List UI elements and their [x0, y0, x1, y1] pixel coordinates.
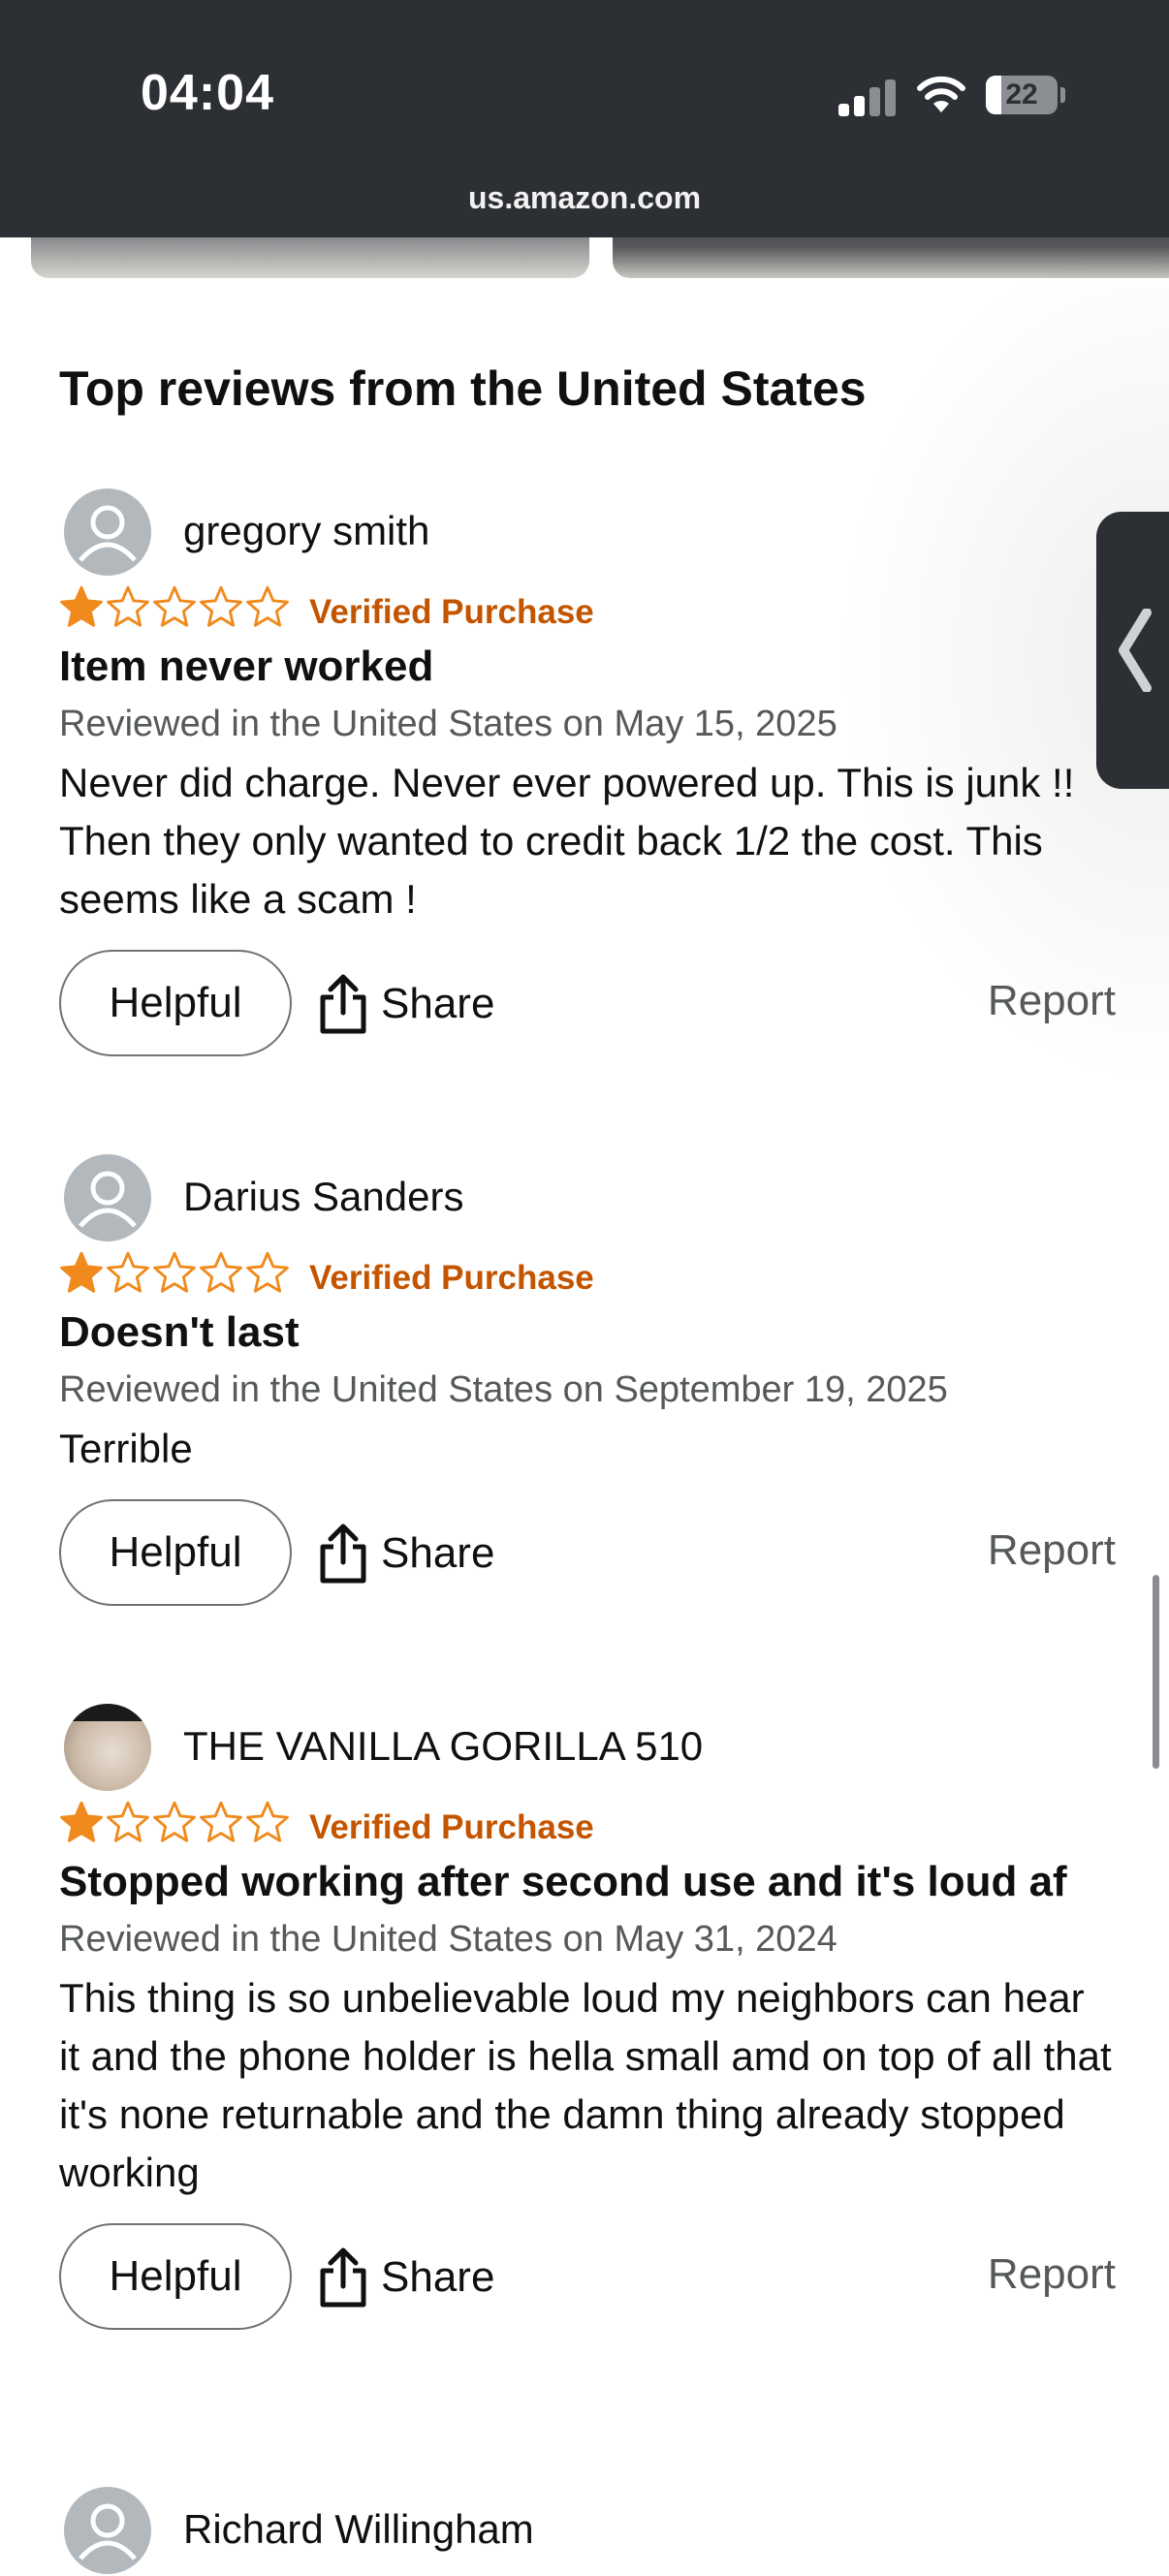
review-date: Reviewed in the United States on May 31,… [59, 1919, 837, 1960]
star-empty-icon [153, 585, 196, 627]
review-date: Reviewed in the United States on Septemb… [59, 1369, 948, 1410]
star-empty-icon [200, 1801, 242, 1842]
reviewer-photo-avatar[interactable] [64, 1704, 151, 1791]
report-link[interactable]: Report [988, 977, 1116, 1025]
review-card: Darius Sanders Verified Purchase Doesn't… [59, 1154, 1116, 1614]
star-empty-icon [246, 1251, 289, 1293]
star-rating [59, 1251, 290, 1294]
verified-purchase-badge: Verified Purchase [309, 1259, 594, 1297]
share-button[interactable]: Share [319, 969, 494, 1039]
review-card: THE VANILLA GORILLA 510 Verified Purchas… [59, 1704, 1116, 2338]
chevron-left-icon [1119, 609, 1152, 692]
battery-icon: 22 [986, 76, 1058, 114]
reviewer-name[interactable]: Richard Willingham [183, 2506, 534, 2553]
star-filled-icon [60, 1251, 103, 1293]
status-time: 04:04 [141, 65, 274, 121]
default-avatar-icon[interactable] [64, 488, 151, 576]
star-empty-icon [200, 1251, 242, 1293]
reviewer-name[interactable]: THE VANILLA GORILLA 510 [183, 1723, 703, 1770]
share-icon [320, 1524, 366, 1584]
verified-purchase-badge: Verified Purchase [309, 593, 594, 631]
share-button[interactable]: Share [319, 1519, 494, 1588]
report-link[interactable]: Report [988, 1526, 1116, 1575]
star-empty-icon [153, 1801, 196, 1842]
review-body: Never did charge. Never ever powered up.… [59, 760, 1075, 922]
wifi-icon [917, 76, 965, 112]
review-card: gregory smith Verified Purchase Item nev… [59, 488, 1116, 1064]
scrollbar[interactable] [1153, 1575, 1159, 1769]
review-body: Terrible [59, 1426, 193, 1471]
star-filled-icon [60, 1801, 103, 1842]
star-filled-icon [60, 585, 103, 627]
reviewer-name[interactable]: Darius Sanders [183, 1174, 463, 1220]
share-icon [320, 974, 366, 1034]
star-empty-icon [107, 1251, 149, 1293]
verified-purchase-badge: Verified Purchase [309, 1808, 594, 1846]
share-label: Share [381, 2253, 495, 2301]
report-link[interactable]: Report [988, 2250, 1116, 2299]
star-empty-icon [246, 585, 289, 627]
default-avatar-icon[interactable] [64, 1154, 151, 1241]
star-rating [59, 585, 290, 628]
battery-cap [1060, 87, 1065, 103]
review-date: Reviewed in the United States on May 15,… [59, 704, 837, 744]
side-panel-handle[interactable] [1096, 512, 1169, 789]
helpful-button[interactable]: Helpful [59, 2223, 292, 2330]
section-title: Top reviews from the United States [59, 361, 867, 416]
review-body: This thing is so unbelievable loud my ne… [59, 1975, 1112, 2195]
star-empty-icon [200, 585, 242, 627]
battery-level: 22 [1005, 79, 1038, 110]
share-icon [320, 2247, 366, 2308]
review-title[interactable]: Doesn't last [59, 1304, 1116, 1362]
reviewer-name[interactable]: gregory smith [183, 508, 429, 554]
star-empty-icon [107, 585, 149, 627]
url-bar[interactable]: us.amazon.com [0, 180, 1169, 216]
review-title[interactable]: Stopped working after second use and it'… [59, 1853, 1116, 1911]
helpful-button[interactable]: Helpful [59, 1499, 292, 1606]
star-empty-icon [107, 1801, 149, 1842]
star-empty-icon [246, 1801, 289, 1842]
share-button[interactable]: Share [319, 2243, 494, 2312]
browser-top-bar: 04:04 22 us.amazon.com [0, 0, 1169, 237]
share-label: Share [381, 980, 495, 1027]
review-title[interactable]: Item never worked [59, 638, 1116, 696]
review-card: Richard Willingham [59, 2487, 1116, 2576]
default-avatar-icon[interactable] [64, 2487, 151, 2574]
share-label: Share [381, 1529, 495, 1577]
star-empty-icon [153, 1251, 196, 1293]
cellular-signal-icon [838, 78, 897, 116]
helpful-button[interactable]: Helpful [59, 950, 292, 1056]
star-rating [59, 1801, 290, 1843]
